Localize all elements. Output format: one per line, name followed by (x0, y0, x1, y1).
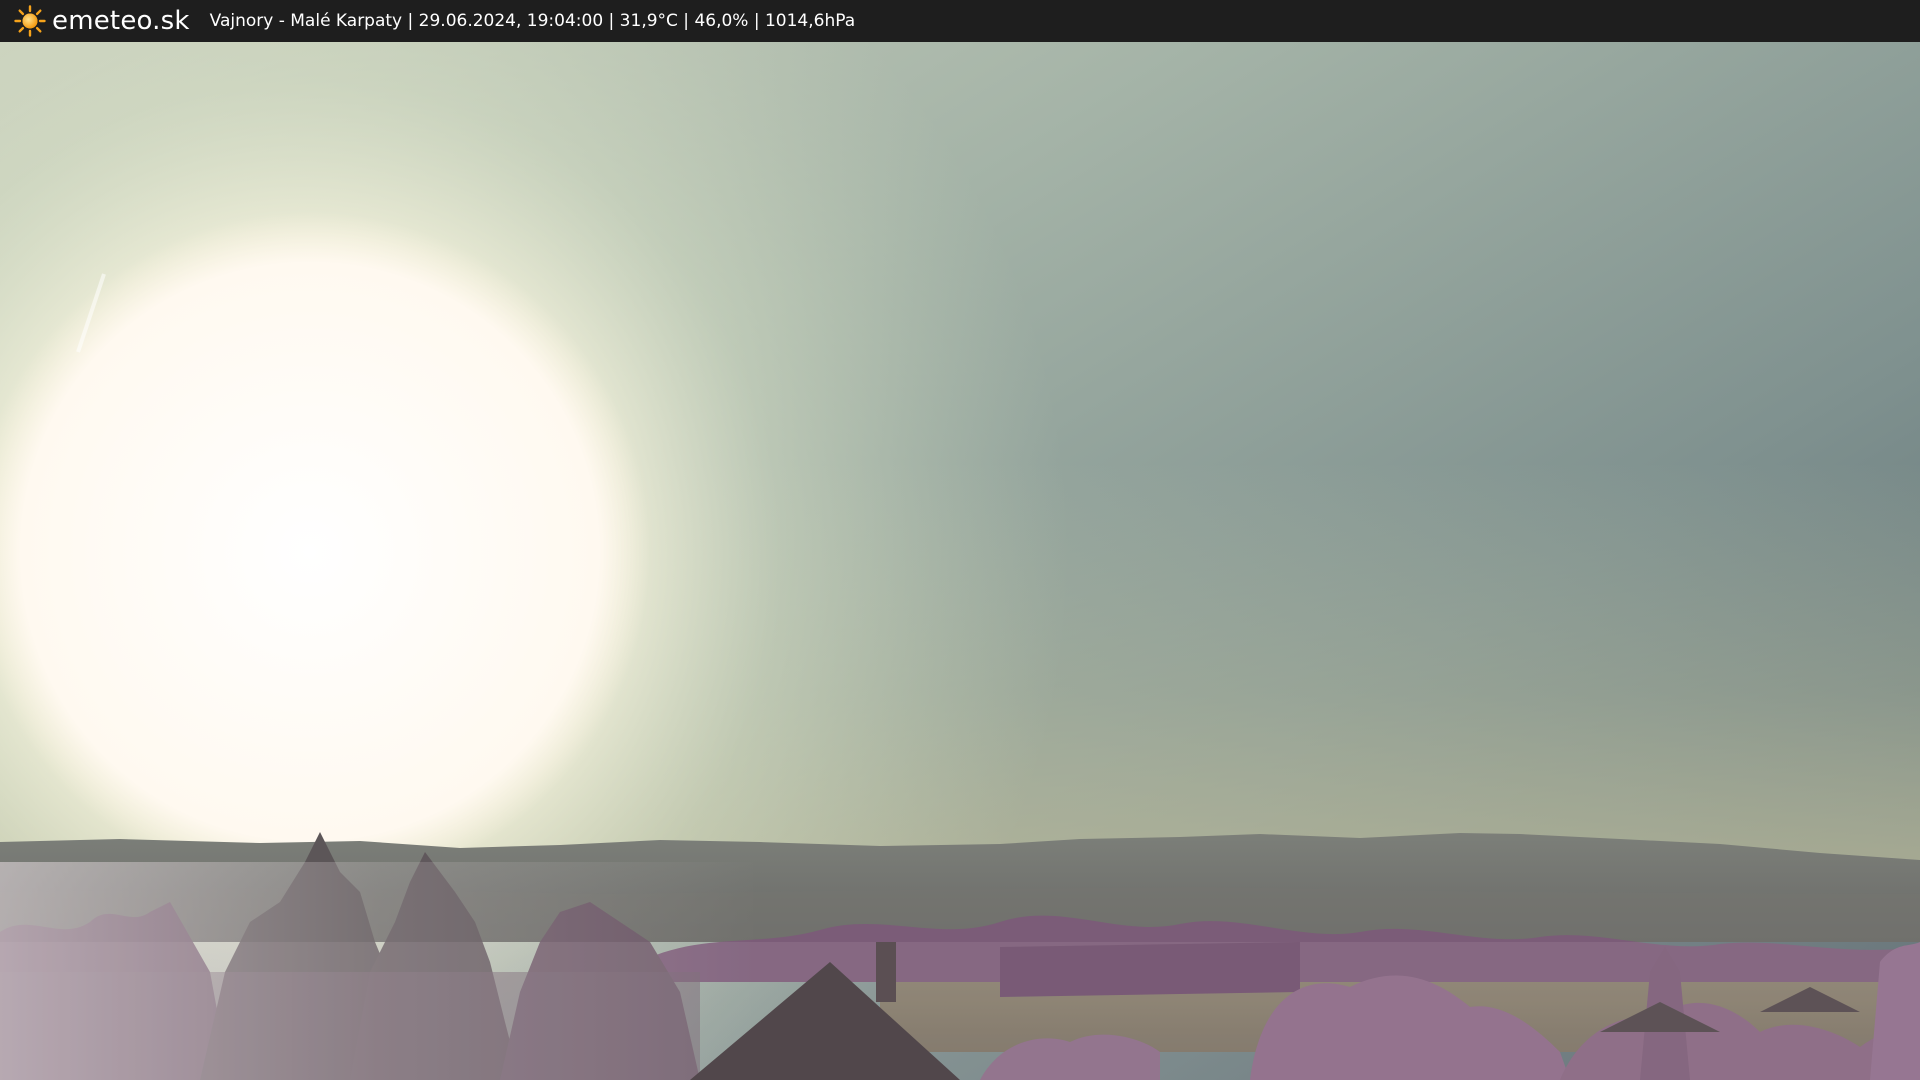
sun-icon (14, 5, 46, 37)
station-caption: Vajnory - Malé Karpaty | 29.06.2024, 19:… (209, 11, 856, 31)
logo[interactable]: emeteo.sk (14, 5, 190, 37)
title-bar: emeteo.sk Vajnory - Malé Karpaty | 29.06… (0, 0, 1920, 42)
brand-name: emeteo.sk (52, 6, 190, 36)
webcam-image (0, 42, 1920, 1080)
webcam-frame: emeteo.sk Vajnory - Malé Karpaty | 29.06… (0, 0, 1920, 1080)
